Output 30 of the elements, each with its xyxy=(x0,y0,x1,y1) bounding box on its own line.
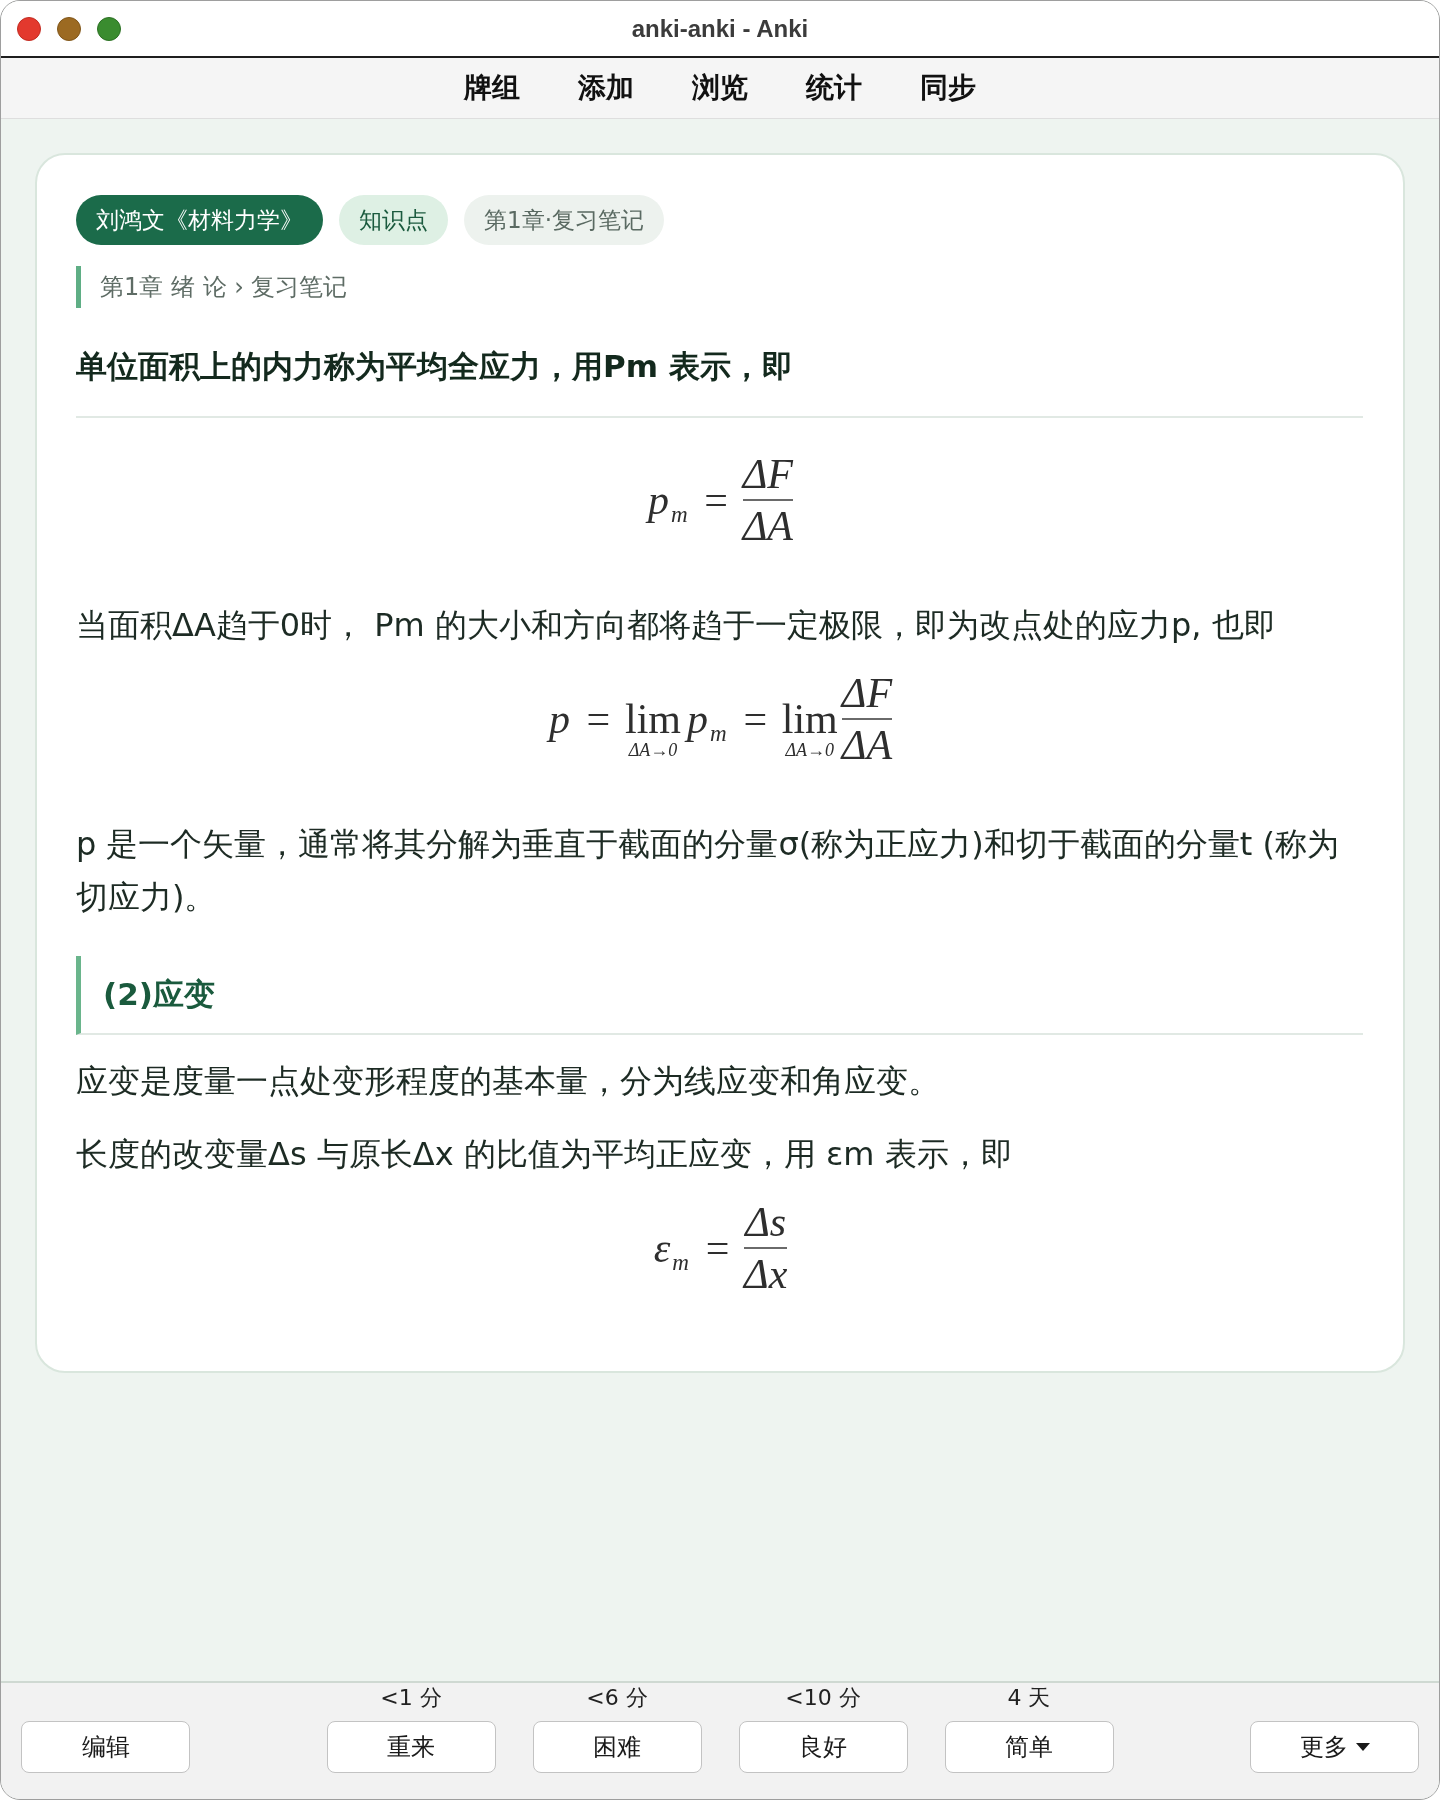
minimize-icon[interactable] xyxy=(57,16,81,41)
interval-label: 4 天 xyxy=(1007,1686,1051,1710)
paragraph-text: 长度的改变量Δs 与原长Δx 的比值为平均正应变，用 εm 表示，即 xyxy=(76,1134,1014,1175)
toolbar-link[interactable]: 牌组 xyxy=(464,68,520,108)
answer-button[interactable]: 重来 xyxy=(326,1721,496,1773)
toolbar-link[interactable]: 统计 xyxy=(806,68,862,108)
edit-button[interactable]: 编辑 xyxy=(21,1721,190,1773)
lead-text: 单位面积上的内力称为平均全应力，用Pm 表示，即 xyxy=(76,344,1363,418)
breadcrumb: 第1章 绪 论 › 复习笔记 xyxy=(76,266,348,308)
tag: 刘鸿文《材料力学》 xyxy=(76,195,323,245)
maximize-icon[interactable] xyxy=(97,16,121,41)
toolbar-link[interactable]: 添加 xyxy=(578,68,634,108)
window-title: anki-anki - Anki xyxy=(631,14,809,43)
toolbar-link[interactable]: 浏览 xyxy=(692,68,748,108)
caret-icon xyxy=(1355,1743,1370,1751)
toolbar-link[interactable]: 同步 xyxy=(920,68,976,108)
paragraph-text: 应变是度量一点处变形程度的基本量，分为线应变和角应变。 xyxy=(76,1061,941,1102)
interval-label: <1 分 xyxy=(380,1686,442,1710)
answer-button[interactable]: 良好 xyxy=(738,1721,908,1773)
section-heading: (2)应变 xyxy=(76,956,1363,1035)
answer-button[interactable]: 困难 xyxy=(532,1721,702,1773)
tag: 第1章·复习笔记 xyxy=(464,195,664,245)
tag: 知识点 xyxy=(339,195,448,245)
interval-label: <6 分 xyxy=(586,1686,648,1710)
interval-label: <10 分 xyxy=(785,1686,861,1710)
more-button[interactable]: 更多 xyxy=(1250,1721,1419,1773)
paragraph-text: 当面积ΔA趋于0时， Pm 的大小和方向都将趋于一定极限，即为改点处的应力p, 也即 xyxy=(76,605,1277,646)
close-icon[interactable] xyxy=(17,16,41,41)
paragraph-text: p 是一个矢量，通常将其分解为垂直于截面的分量σ(称为正应力)和切于截面的分量t (称为切应力)。 xyxy=(76,824,1340,918)
answer-button[interactable]: 简单 xyxy=(944,1721,1114,1773)
